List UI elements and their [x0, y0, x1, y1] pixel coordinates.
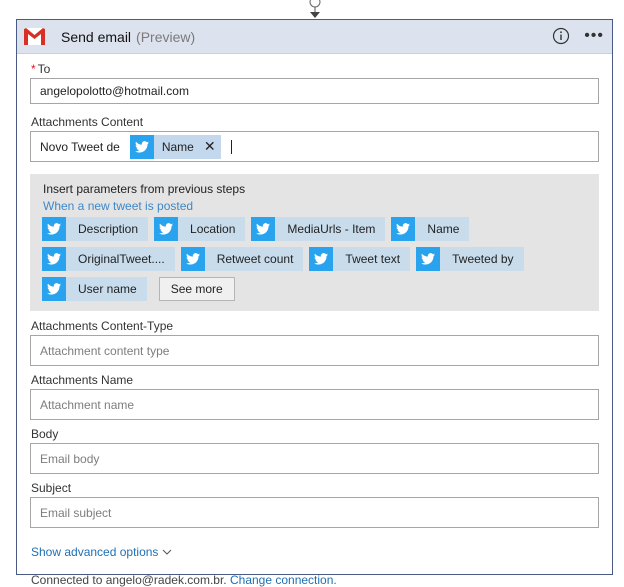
twitter-icon [180, 247, 205, 271]
name-token[interactable]: Name ✕ [129, 134, 221, 159]
twitter-icon [416, 247, 441, 271]
subject-label: Subject [31, 481, 72, 495]
to-value: angelopolotto@hotmail.com [40, 84, 189, 98]
param-chip-mediaurls-item[interactable]: MediaUrls - Item [251, 217, 386, 241]
param-chip-tweet-text[interactable]: Tweet text [309, 247, 411, 271]
close-icon[interactable]: ✕ [204, 138, 221, 155]
twitter-icon [129, 134, 154, 159]
see-more-button[interactable]: See more [158, 277, 235, 301]
attachments-content-type-field[interactable]: Attachment content type [30, 335, 599, 366]
gmail-logo [24, 28, 45, 45]
param-chip-tweeted-by[interactable]: Tweeted by [416, 247, 524, 271]
param-chip-originaltweet[interactable]: OriginalTweet.... [42, 247, 175, 271]
send-email-card: Send email (Preview) ••• * To angelopolot… [16, 19, 613, 587]
attachments-content-type-placeholder: Attachment content type [40, 343, 170, 358]
card-title: Send email [61, 28, 132, 45]
attachments-content-label: Attachments Content [31, 115, 144, 129]
twitter-icon [42, 277, 66, 301]
subject-field[interactable]: Email subject [30, 497, 599, 528]
twitter-icon [391, 217, 416, 241]
more-icon[interactable]: ••• [584, 27, 604, 45]
text-caret [230, 139, 232, 154]
param-chip-retweet-count[interactable]: Retweet count [180, 247, 304, 271]
body-label: Body [31, 427, 59, 441]
param-chip-description[interactable]: Description [42, 217, 149, 241]
body-placeholder: Email body [40, 451, 100, 466]
show-advanced-options-link[interactable]: Show advanced options [31, 545, 599, 559]
twitter-icon [154, 217, 179, 241]
twitter-icon [42, 247, 66, 271]
attachments-name-label: Attachments Name [31, 373, 134, 387]
dynamic-content-panel: Insert parameters from previous steps Wh… [30, 174, 599, 311]
twitter-icon [251, 217, 276, 241]
param-chip-user-name[interactable]: User name [42, 277, 147, 301]
attachments-content-field[interactable]: Novo Tweet de Name ✕ [30, 131, 599, 162]
subject-placeholder: Email subject [40, 505, 112, 520]
panel-title: Insert parameters from previous steps [43, 182, 246, 196]
connection-info: Connected to angelo@radek.com.br. Change… [31, 573, 599, 587]
parameter-chips: Description Location MediaUrls - Item Na… [42, 217, 587, 307]
attachments-content-type-label: Attachments Content-Type [31, 319, 174, 333]
to-label: * To [31, 62, 51, 76]
to-field[interactable]: angelopolotto@hotmail.com [30, 78, 599, 104]
required-marker: * [31, 62, 36, 76]
connection-text: Connected to angelo@radek.com.br. [31, 573, 227, 587]
attachments-name-field[interactable]: Attachment name [30, 389, 599, 420]
attachments-name-placeholder: Attachment name [40, 397, 135, 412]
card-header[interactable]: Send email (Preview) ••• [17, 20, 612, 54]
change-connection-link[interactable]: Change connection. [230, 573, 337, 587]
chevron-down-icon [163, 549, 172, 555]
body-field[interactable]: Email body [30, 443, 599, 474]
attachments-content-text: Novo Tweet de [40, 139, 120, 154]
token-label: Name [161, 139, 194, 154]
panel-trigger-name: When a new tweet is posted [43, 199, 194, 213]
card-subtitle: (Preview) [136, 28, 196, 45]
twitter-icon [309, 247, 334, 271]
param-chip-location[interactable]: Location [154, 217, 246, 241]
flow-connector-arrow [309, 0, 321, 18]
param-chip-name[interactable]: Name [391, 217, 470, 241]
twitter-icon [42, 217, 66, 241]
info-icon[interactable] [552, 27, 570, 45]
